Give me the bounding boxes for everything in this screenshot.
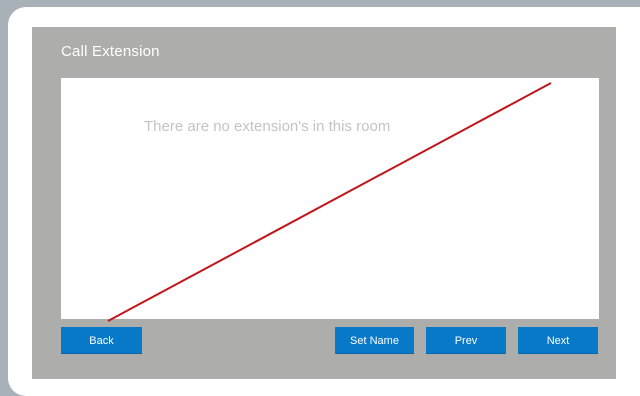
call-extension-panel: Call Extension There are no extension's … bbox=[32, 27, 616, 379]
empty-list-message: There are no extension's in this room bbox=[144, 118, 391, 135]
back-button[interactable]: Back bbox=[61, 327, 142, 354]
prev-button[interactable]: Prev bbox=[426, 327, 506, 354]
set-name-button[interactable]: Set Name bbox=[335, 327, 414, 354]
next-button[interactable]: Next bbox=[518, 327, 598, 354]
panel-title: Call Extension bbox=[61, 43, 160, 60]
extension-list-area: There are no extension's in this room bbox=[61, 78, 599, 319]
